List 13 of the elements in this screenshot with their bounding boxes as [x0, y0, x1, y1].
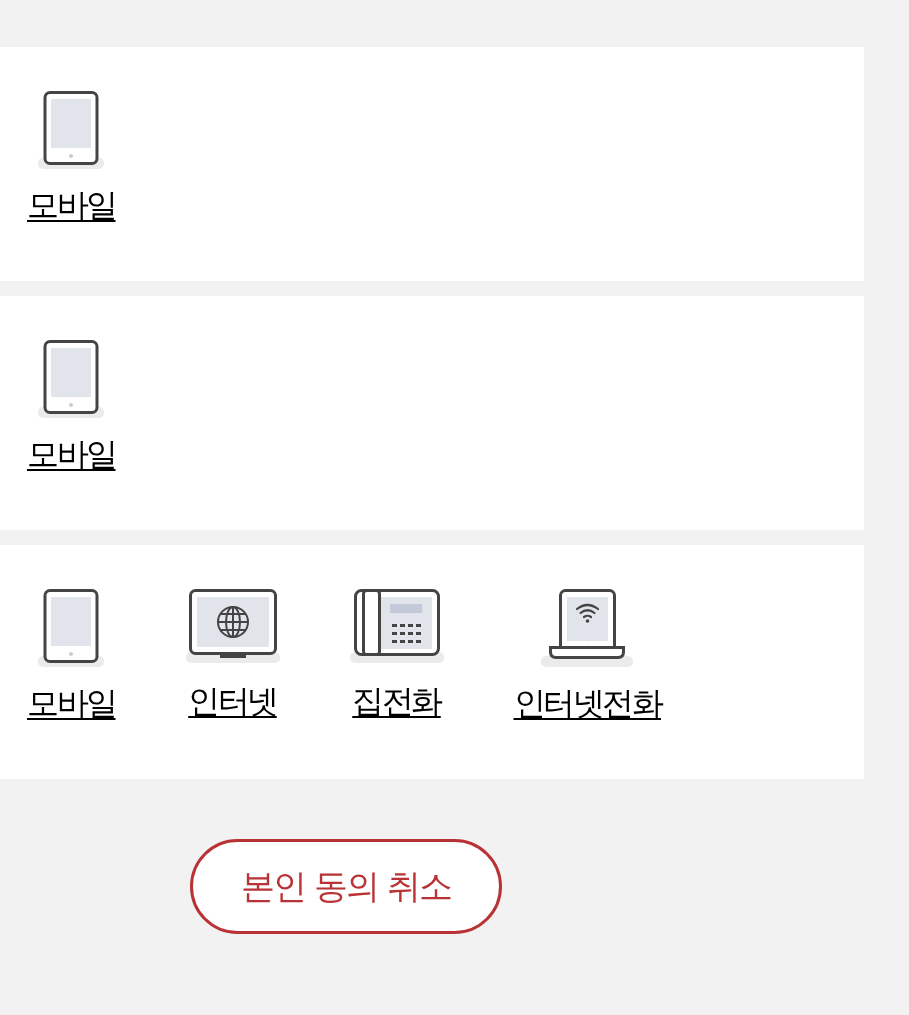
tablet-icon — [38, 91, 105, 169]
wifi-device-icon — [541, 589, 634, 667]
tablet-icon — [38, 340, 105, 418]
service-link[interactable]: 인터넷전화 — [513, 683, 661, 723]
service-link[interactable]: 모바일 — [27, 185, 116, 225]
service-link[interactable]: 모바일 — [27, 434, 116, 474]
service-link[interactable]: 모바일 — [27, 683, 116, 723]
service-link[interactable]: 인터넷 — [188, 681, 277, 721]
service-link[interactable]: 집전화 — [352, 681, 441, 721]
desk-phone-icon — [349, 589, 444, 665]
tablet-icon — [38, 589, 105, 667]
cancel-consent-button[interactable]: 본인 동의 취소 — [190, 839, 502, 934]
monitor-globe-icon — [185, 589, 280, 665]
